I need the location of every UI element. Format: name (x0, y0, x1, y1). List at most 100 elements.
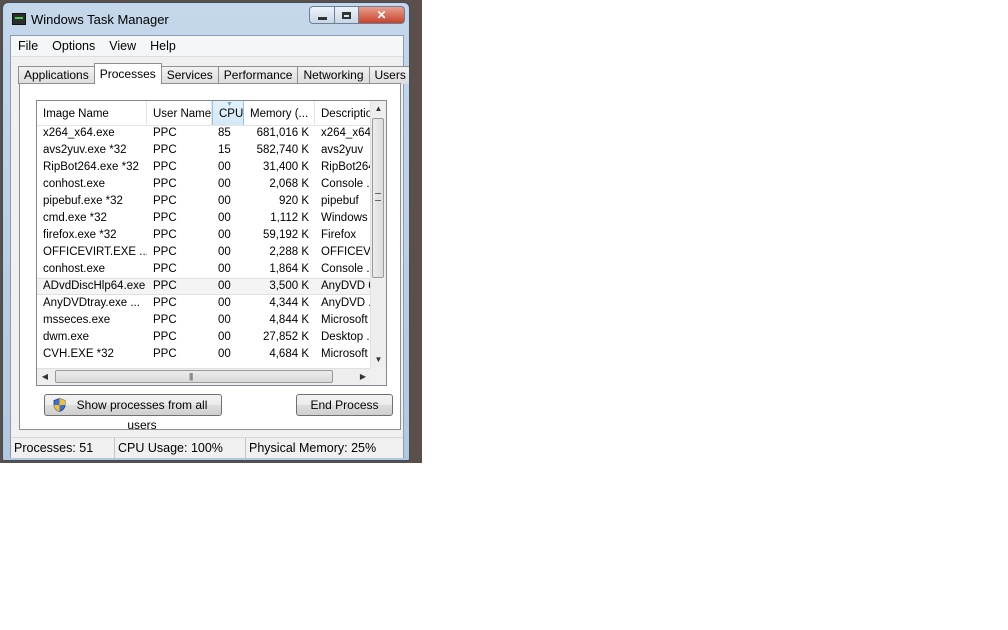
tab-services[interactable]: Services (160, 66, 219, 84)
process-row[interactable]: x264_x64.exe PPC 85 681,016 K x264_x64 (37, 125, 371, 142)
column-memory[interactable]: Memory (... (244, 101, 315, 125)
process-row[interactable]: conhost.exe PPC 00 2,068 K Console ... (37, 176, 371, 193)
process-user-name: PPC (153, 348, 177, 360)
process-user-name: PPC (153, 195, 177, 207)
process-description: pipebuf (321, 195, 359, 207)
process-image-name: ADvdDiscHlp64.exe (43, 280, 146, 292)
tab-performance[interactable]: Performance (217, 66, 299, 84)
process-description: Microsoft (321, 314, 368, 326)
horizontal-scroll-thumb[interactable]: ||| (55, 370, 333, 383)
process-description: Windows ... (321, 212, 371, 224)
scroll-corner (370, 368, 386, 385)
process-cpu: 00 (218, 314, 231, 326)
scroll-left-icon[interactable]: ◀ (37, 369, 53, 385)
column-description[interactable]: Description (315, 101, 371, 125)
process-memory: 4,684 K (269, 348, 309, 360)
process-image-name: avs2yuv.exe *32 (43, 144, 127, 156)
process-row[interactable]: pipebuf.exe *32 PPC 00 920 K pipebuf (37, 193, 371, 210)
process-memory: 27,852 K (262, 331, 309, 343)
column-user-name[interactable]: User Name (147, 101, 212, 125)
menu-bar: File Options View Help (11, 36, 403, 57)
scroll-down-icon[interactable]: ▼ (371, 352, 386, 368)
end-process-button[interactable]: End Process (296, 394, 393, 416)
process-cpu: 00 (218, 331, 231, 343)
process-row[interactable]: msseces.exe PPC 00 4,844 K Microsoft (37, 312, 371, 329)
process-row[interactable]: cmd.exe *32 PPC 00 1,112 K Windows ... (37, 210, 371, 227)
process-row[interactable]: conhost.exe PPC 00 1,864 K Console ... (37, 261, 371, 278)
close-button[interactable]: ✕ (359, 6, 405, 24)
caption-buttons: ✕ (309, 6, 405, 24)
process-memory: 582,740 K (256, 144, 309, 156)
show-all-processes-button[interactable]: Show processes from all users (44, 394, 222, 432)
process-cpu: 00 (218, 195, 231, 207)
process-image-name: AnyDVDtray.exe ... (43, 297, 140, 309)
tab-users[interactable]: Users (368, 66, 409, 84)
minimize-button[interactable] (309, 6, 335, 24)
process-cpu: 00 (218, 280, 231, 292)
process-memory: 31,400 K (262, 161, 309, 173)
process-image-name: dwm.exe (43, 331, 90, 343)
tab-networking[interactable]: Networking (297, 66, 370, 84)
column-cpu[interactable]: ▼ CPU (212, 101, 244, 125)
menu-options[interactable]: Options (45, 36, 102, 56)
process-description: Firefox (321, 229, 357, 241)
sort-descending-icon: ▼ (226, 101, 233, 108)
process-image-name: firefox.exe *32 (43, 229, 117, 241)
maximize-button[interactable] (335, 6, 359, 24)
scroll-right-icon[interactable]: ▶ (355, 369, 371, 385)
process-cpu: 00 (218, 212, 231, 224)
process-cpu: 00 (218, 263, 231, 275)
process-image-name: conhost.exe (43, 263, 106, 275)
process-list[interactable]: Image Name User Name ▼ CPU Memory (... D… (36, 100, 387, 386)
process-description: AnyDVD ... (321, 297, 371, 309)
process-description: x264_x64 (321, 127, 371, 139)
process-description: Console ... (321, 263, 371, 275)
process-description: RipBot264 (321, 161, 371, 173)
process-image-name: CVH.EXE *32 (43, 348, 114, 360)
vertical-scrollbar[interactable]: ▲ ▼ (370, 101, 386, 368)
vertical-scroll-thumb[interactable] (372, 118, 384, 278)
process-memory: 59,192 K (262, 229, 309, 241)
menu-help[interactable]: Help (143, 36, 183, 56)
process-user-name: PPC (153, 212, 177, 224)
process-user-name: PPC (153, 161, 177, 173)
processes-panel: Image Name User Name ▼ CPU Memory (... D… (19, 83, 401, 432)
tab-applications[interactable]: Applications (18, 66, 95, 84)
process-row[interactable]: AnyDVDtray.exe ... PPC 00 4,344 K AnyDVD ... (37, 295, 371, 312)
process-cpu: 15 (218, 144, 231, 156)
process-rows: x264_x64.exe PPC 85 681,016 K x264_x64 avs2yu… (37, 125, 371, 363)
process-memory: 920 K (278, 195, 309, 207)
process-user-name: PPC (153, 263, 177, 275)
column-image-name[interactable]: Image Name (37, 101, 147, 125)
process-row[interactable]: dwm.exe PPC 00 27,852 K Desktop ... (37, 329, 371, 346)
process-description: AnyDVD 6 (321, 280, 371, 292)
window-title: Windows Task Manager (31, 12, 169, 27)
menu-view[interactable]: View (102, 36, 143, 56)
process-memory: 1,112 K (270, 212, 309, 224)
tab-processes[interactable]: Processes (93, 63, 162, 84)
status-processes: Processes: 51 (11, 438, 115, 458)
process-row[interactable]: OFFICEVIRT.EXE ... PPC 00 2,288 K OFFICEVIRT (37, 244, 371, 261)
process-row[interactable]: CVH.EXE *32 PPC 00 4,684 K Microsoft (37, 346, 371, 363)
process-description: Desktop ... (321, 331, 371, 343)
task-manager-window[interactable]: Windows Task Manager ✕ File Options View… (2, 2, 410, 461)
minimize-icon (317, 16, 327, 20)
status-physical-memory: Physical Memory: 25% (249, 441, 377, 455)
process-user-name: PPC (153, 178, 177, 190)
scroll-up-icon[interactable]: ▲ (371, 101, 386, 117)
process-row[interactable]: RipBot264.exe *32 PPC 00 31,400 K RipBot264 (37, 159, 371, 176)
process-memory: 1,864 K (269, 263, 309, 275)
process-row[interactable]: avs2yuv.exe *32 PPC 15 582,740 K avs2yuv (37, 142, 371, 159)
close-icon: ✕ (376, 8, 387, 22)
process-row[interactable]: firefox.exe *32 PPC 00 59,192 K Firefox (37, 227, 371, 244)
process-description: Microsoft (321, 348, 368, 360)
process-user-name: PPC (153, 280, 177, 292)
process-row[interactable]: ADvdDiscHlp64.exe PPC 00 3,500 K AnyDVD 6 (37, 278, 371, 295)
process-user-name: PPC (153, 297, 177, 309)
horizontal-scrollbar[interactable]: ◀ ||| ▶ (37, 368, 371, 385)
process-memory: 681,016 K (256, 127, 309, 139)
process-cpu: 00 (218, 246, 231, 258)
menu-file[interactable]: File (11, 36, 45, 56)
process-user-name: PPC (153, 246, 177, 258)
process-memory: 4,344 K (269, 297, 309, 309)
